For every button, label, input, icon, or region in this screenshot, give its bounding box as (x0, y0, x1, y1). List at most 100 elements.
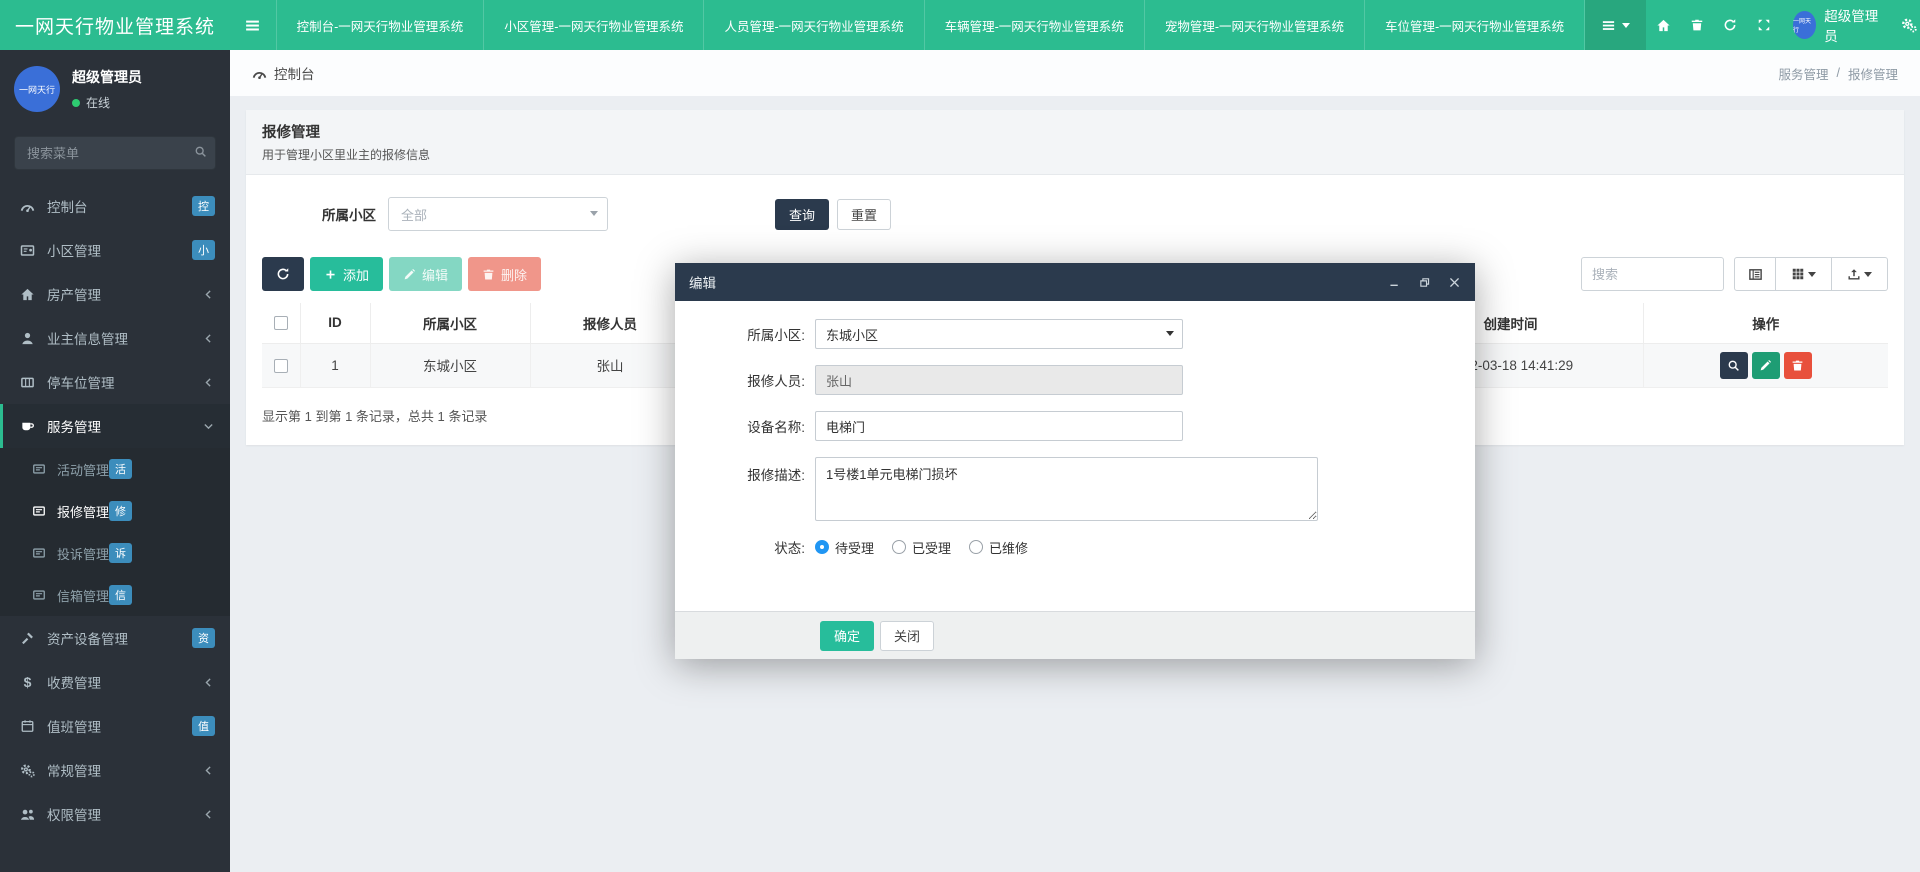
tab-parking-space[interactable]: 车位管理-一网天行物业管理系统 (1364, 0, 1585, 50)
breadcrumb-home[interactable]: 控制台 (274, 63, 315, 83)
table-search-input[interactable] (1581, 257, 1724, 291)
dialog-title: 编辑 (689, 272, 1388, 292)
status-option-repaired[interactable]: 已维修 (969, 538, 1028, 557)
status-radio-group: 待受理 已受理 已维修 (815, 538, 1028, 557)
page-title: 报修管理 (262, 121, 1888, 142)
confirm-button[interactable]: 确定 (820, 621, 874, 651)
row-view-button[interactable] (1720, 352, 1748, 379)
sidebar-item-activity[interactable]: 活动管理 活 (0, 448, 230, 490)
home-button[interactable] (1646, 0, 1680, 50)
caret-down-icon (1166, 331, 1174, 336)
home-icon (1656, 18, 1671, 33)
edit-button[interactable]: 编辑 (389, 257, 462, 291)
sidebar-item-complaint[interactable]: 投诉管理 诉 (0, 532, 230, 574)
coffee-cup-icon (19, 419, 36, 434)
settings-button[interactable] (1892, 0, 1920, 50)
sidebar-item-repair[interactable]: 报修管理 修 (0, 490, 230, 532)
tabs-menu-button[interactable] (1585, 0, 1646, 50)
status-option-accepted[interactable]: 已受理 (892, 538, 951, 557)
panel-header: 报修管理 用于管理小区里业主的报修信息 (246, 110, 1904, 175)
radio-checked-icon (815, 540, 829, 554)
sidebar-item-property[interactable]: 房产管理 (0, 272, 230, 316)
community-filter-select[interactable]: 全部 (388, 197, 608, 231)
sidebar-item-duty[interactable]: 值班管理 值 (0, 704, 230, 748)
menu-badge: 小 (192, 240, 215, 260)
radio-icon (892, 540, 906, 554)
close-icon[interactable] (1448, 276, 1461, 289)
row-edit-button[interactable] (1752, 352, 1780, 379)
service-submenu: 活动管理 活 报修管理 修 投诉管理 诉 信箱管理 信 (0, 448, 230, 616)
export-button[interactable] (1832, 257, 1888, 291)
refresh-button[interactable] (1714, 0, 1748, 50)
chevron-left-icon (202, 764, 215, 777)
sidebar-item-parking[interactable]: 停车位管理 (0, 360, 230, 404)
newspaper-icon (31, 504, 47, 518)
newspaper-icon (31, 462, 47, 476)
sidebar-item-community[interactable]: 小区管理 小 (0, 228, 230, 272)
delete-button[interactable]: 删除 (468, 257, 541, 291)
close-button[interactable]: 关闭 (880, 621, 934, 651)
sidebar-item-permissions[interactable]: 权限管理 (0, 792, 230, 836)
calendar-icon (19, 719, 36, 733)
user-menu[interactable]: 一网天行 超级管理员 (1781, 5, 1892, 45)
query-button[interactable]: 查询 (775, 199, 829, 230)
refresh-table-button[interactable] (262, 257, 304, 291)
repair-desc-textarea[interactable]: 1号楼1单元电梯门损坏 (815, 457, 1318, 521)
sidebar-search (14, 136, 216, 170)
maximize-icon[interactable] (1418, 276, 1431, 289)
gears-icon (19, 763, 36, 778)
brand-logo: 一网天行物业管理系统 (0, 0, 230, 50)
fullscreen-button[interactable] (1747, 0, 1781, 50)
top-tab-bar: 控制台-一网天行物业管理系统 小区管理-一网天行物业管理系统 人员管理-一网天行… (230, 0, 1920, 50)
breadcrumb-parent[interactable]: 服务管理 (1778, 64, 1828, 83)
chevron-left-icon (202, 676, 215, 689)
tab-vehicle[interactable]: 车辆管理-一网天行物业管理系统 (924, 0, 1144, 50)
filter-form: 所属小区 全部 查询 重置 (246, 175, 1904, 251)
sidebar-item-owner-info[interactable]: 业主信息管理 (0, 316, 230, 360)
sidebar-item-assets[interactable]: 资产设备管理 资 (0, 616, 230, 660)
col-reporter: 报修人员 (530, 303, 690, 343)
detail-view-button[interactable] (1734, 257, 1776, 291)
caret-down-icon (590, 211, 598, 216)
minimize-icon[interactable] (1388, 276, 1401, 289)
clear-cache-button[interactable] (1680, 0, 1714, 50)
tab-personnel[interactable]: 人员管理-一网天行物业管理系统 (703, 0, 923, 50)
avatar: 一网天行 (1793, 11, 1816, 39)
sidebar-item-mailbox[interactable]: 信箱管理 信 (0, 574, 230, 616)
user-name: 超级管理员 (1824, 5, 1880, 45)
sidebar-item-general[interactable]: 常规管理 (0, 748, 230, 792)
users-icon (19, 807, 36, 822)
reset-button[interactable]: 重置 (837, 199, 891, 230)
sidebar-toggle-icon[interactable] (230, 0, 276, 50)
community-select[interactable]: 东城小区 (815, 319, 1183, 349)
sidebar-item-service[interactable]: 服务管理 (0, 404, 230, 448)
chevron-left-icon (202, 376, 215, 389)
menu-badge: 修 (109, 501, 132, 521)
col-community: 所属小区 (370, 303, 530, 343)
community-filter-label: 所属小区 (246, 204, 376, 224)
row-checkbox[interactable] (274, 359, 288, 373)
user-icon (19, 331, 36, 346)
row-delete-button[interactable] (1784, 352, 1812, 379)
edit-dialog: 编辑 所属小区: 东城小区 报修人员: 设备名称: 报修描述: 1号楼1单元电梯… (675, 263, 1475, 659)
cell-id: 1 (300, 343, 370, 387)
plus-icon (324, 268, 337, 281)
pencil-icon (403, 268, 416, 281)
dialog-titlebar[interactable]: 编辑 (675, 263, 1475, 301)
grid-icon (1791, 267, 1805, 281)
col-actions: 操作 (1643, 303, 1888, 343)
trash-icon (482, 268, 495, 281)
sidebar-item-fees[interactable]: $ 收费管理 (0, 660, 230, 704)
status-option-pending[interactable]: 待受理 (815, 538, 874, 557)
chevron-left-icon (202, 332, 215, 345)
tab-pet[interactable]: 宠物管理-一网天行物业管理系统 (1144, 0, 1364, 50)
sidebar-menu: 控制台 控 小区管理 小 房产管理 业主信息管理 停车位管理 服务管理 (0, 184, 230, 836)
tab-console[interactable]: 控制台-一网天行物业管理系统 (276, 0, 484, 50)
columns-button[interactable] (1776, 257, 1832, 291)
select-all-checkbox[interactable] (274, 316, 288, 330)
sidebar-item-console[interactable]: 控制台 控 (0, 184, 230, 228)
menu-search-input[interactable] (14, 136, 216, 170)
add-button[interactable]: 添加 (310, 257, 383, 291)
device-name-input[interactable] (815, 411, 1183, 441)
tab-community[interactable]: 小区管理-一网天行物业管理系统 (483, 0, 703, 50)
